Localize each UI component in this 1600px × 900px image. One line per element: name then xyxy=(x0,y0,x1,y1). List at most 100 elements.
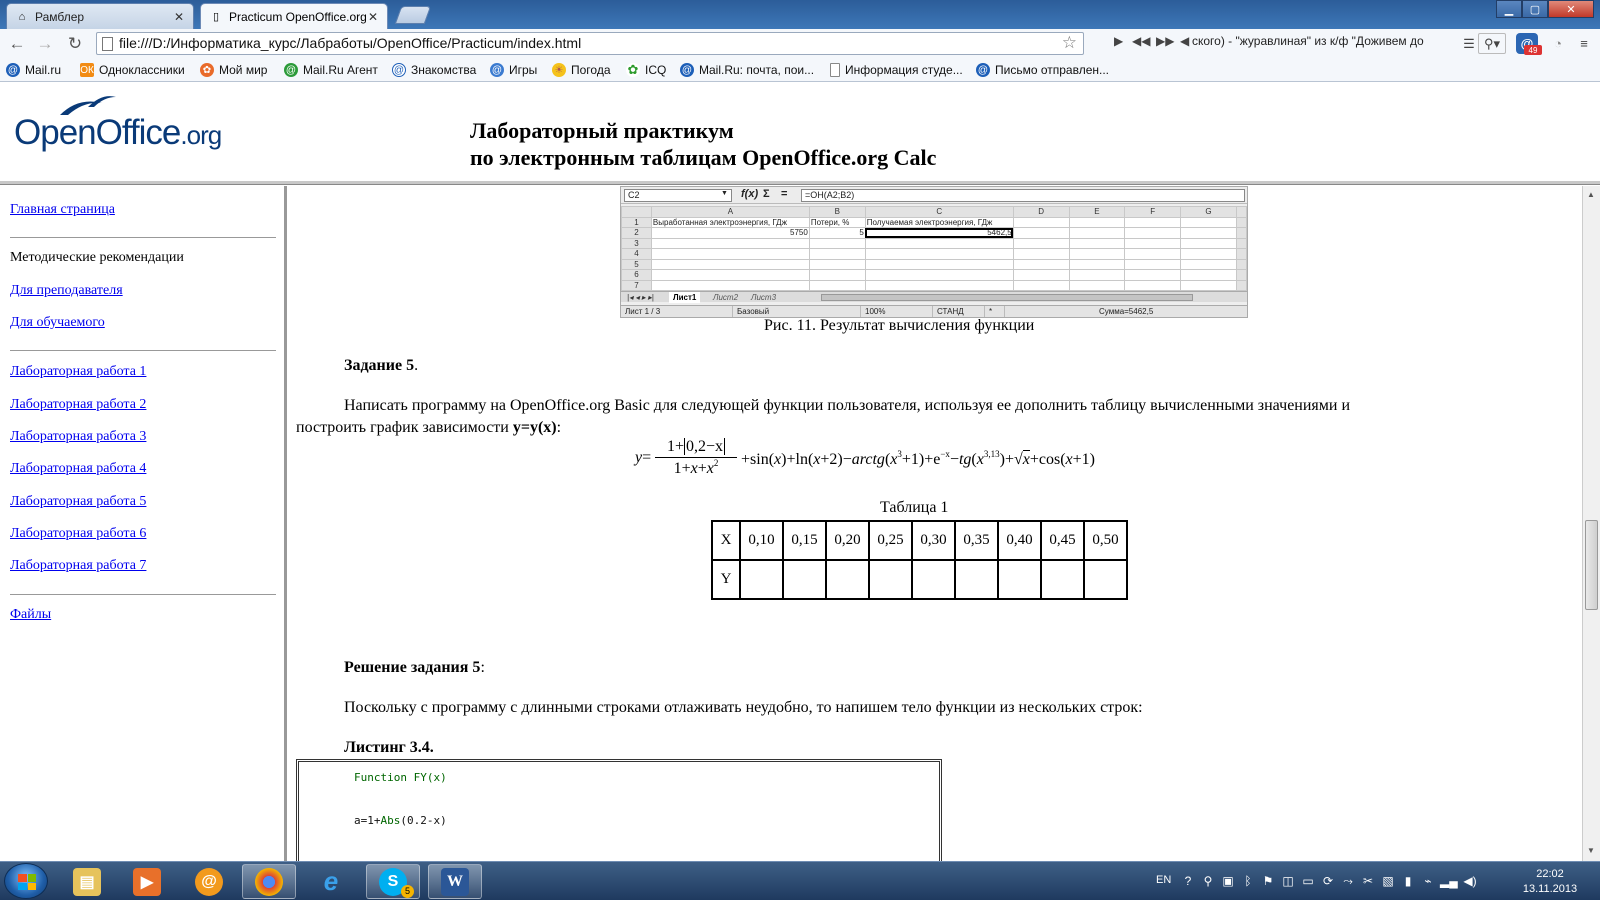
signal-icon[interactable]: ▂▄ xyxy=(1440,874,1458,888)
main-content: C2 ▼ f(x) Σ = =ОН(A2;B2) A B C D E F G 1… xyxy=(290,186,1582,861)
bookmark-mailru[interactable]: @ Mail.ru xyxy=(6,61,61,79)
taskbar-chrome[interactable] xyxy=(242,864,296,899)
folder-icon: ▤ xyxy=(73,867,101,896)
sidebar-divider xyxy=(10,594,276,595)
network-icon[interactable]: ◫ xyxy=(1280,874,1296,888)
menu-lines-icon[interactable]: ☰ xyxy=(1462,33,1476,54)
page-title-line2: по электронным таблицам OpenOffice.org C… xyxy=(470,145,937,170)
taskbar-internet-explorer[interactable]: e xyxy=(304,864,358,899)
help-icon[interactable]: ? xyxy=(1180,874,1196,888)
sidebar-link-teacher[interactable]: Для преподавателя xyxy=(10,283,123,299)
sidebar: Главная страница Методические рекомендац… xyxy=(0,186,287,861)
table-row-header: X xyxy=(711,520,741,561)
calc-grid: A B C D E F G 1 Выработанная электроэнер… xyxy=(621,206,1247,291)
minimize-button[interactable]: ▁ xyxy=(1496,0,1522,18)
rewind-icon[interactable]: ◀◀ xyxy=(1132,34,1150,48)
bookmark-igry[interactable]: @ Игры xyxy=(490,61,537,79)
sync-icon[interactable]: ⟳ xyxy=(1320,874,1336,888)
clock[interactable]: 22:02 13.11.2013 xyxy=(1510,867,1590,897)
bookmark-znakomstva[interactable]: @ Знакомства xyxy=(392,61,476,79)
tab-practicum[interactable]: ▯ Practicum OpenOffice.org ✕ xyxy=(200,3,388,29)
search-icon[interactable]: ⚲▾ xyxy=(1478,33,1506,54)
table-cell: 0,45 xyxy=(1040,520,1085,561)
formula-bar: C2 ▼ f(x) Σ = =ОН(A2;B2) xyxy=(621,187,1247,204)
calc-statusbar: Лист 1 / 3 Базовый 100% СТАНД * Сумма=54… xyxy=(621,305,1247,317)
cell-b2: 5 xyxy=(808,227,866,239)
card-icon[interactable]: ▭ xyxy=(1300,874,1316,888)
bookmark-pismo[interactable]: @ Письмо отправлен... xyxy=(976,61,1109,79)
sidebar-link-lab-3[interactable]: Лабораторная работа 3 xyxy=(10,429,146,445)
fast-forward-icon[interactable]: ▶▶ xyxy=(1156,34,1174,48)
sidebar-link-lab-2[interactable]: Лабораторная работа 2 xyxy=(10,397,146,413)
flag-icon[interactable]: ⚑ xyxy=(1260,874,1276,888)
power-icon[interactable]: ⌁ xyxy=(1420,874,1436,888)
close-icon[interactable]: ✕ xyxy=(173,10,185,24)
table-cell: 0,10 xyxy=(739,520,784,561)
close-icon[interactable]: ✕ xyxy=(367,10,379,24)
volume-icon[interactable]: ◀) xyxy=(1462,874,1478,888)
back-button[interactable]: ← xyxy=(6,33,28,55)
page-title-line1: Лабораторный практикум xyxy=(470,118,734,143)
battery-icon[interactable]: ▮ xyxy=(1400,874,1416,888)
page-scrollbar[interactable]: ▲ ▼ xyxy=(1582,186,1600,861)
share-icon[interactable]: ⤳ xyxy=(1340,874,1356,888)
sidebar-link-lab-1[interactable]: Лабораторная работа 1 xyxy=(10,364,146,380)
app-icon[interactable]: ▣ xyxy=(1220,874,1236,888)
skype-badge: 5 xyxy=(401,885,414,898)
sidebar-link-student[interactable]: Для обучаемого xyxy=(10,315,105,331)
table-row: Y xyxy=(711,559,1128,600)
bookmark-informatsiya[interactable]: Информация студе... xyxy=(830,61,963,79)
sidebar-link-lab-5[interactable]: Лабораторная работа 5 xyxy=(10,494,146,510)
scroll-down-icon[interactable]: ▼ xyxy=(1587,846,1595,855)
window-close-button[interactable]: ✕ xyxy=(1548,0,1594,18)
at-icon: @ xyxy=(6,63,20,77)
sidebar-link-lab-4[interactable]: Лабораторная работа 4 xyxy=(10,461,146,477)
language-indicator[interactable]: EN xyxy=(1156,874,1171,886)
row-header: 1 xyxy=(621,216,652,228)
start-button[interactable] xyxy=(4,863,48,899)
sidebar-link-lab-7[interactable]: Лабораторная работа 7 xyxy=(10,558,146,574)
usb-icon[interactable]: ⚲ xyxy=(1200,874,1216,888)
image-icon[interactable]: ▧ xyxy=(1380,874,1396,888)
header-divider xyxy=(0,181,1600,185)
forward-button[interactable]: → xyxy=(34,33,56,55)
volume-icon[interactable]: ◀ xyxy=(1180,34,1189,48)
maximize-button[interactable]: ▢ xyxy=(1522,0,1548,18)
bookmark-odnoklassniki[interactable]: ОК Одноклассники xyxy=(80,61,185,79)
bubble-icon[interactable]: ◔ xyxy=(1548,33,1568,54)
bookmark-moi-mir[interactable]: ✿ Мой мир xyxy=(200,61,267,79)
home-icon: ⌂ xyxy=(18,10,26,23)
sidebar-link-lab-6[interactable]: Лабораторная работа 6 xyxy=(10,526,146,542)
new-tab-button[interactable] xyxy=(394,6,432,24)
star-icon[interactable]: ☆ xyxy=(1062,33,1077,53)
address-bar[interactable]: file:///D:/Информатика_курс/Лабработы/Op… xyxy=(96,32,1084,55)
scroll-thumb[interactable] xyxy=(1585,520,1598,610)
taskbar-media-player[interactable]: ▶ xyxy=(120,864,174,899)
column-header: A xyxy=(650,206,810,218)
taskbar-skype[interactable]: S 5 xyxy=(366,864,420,899)
page-title: Лабораторный практикум по электронным та… xyxy=(470,117,936,171)
bookmark-icq[interactable]: ✿ ICQ xyxy=(626,61,666,79)
table-cell xyxy=(997,559,1042,600)
code-line: a=1+Abs(0.2-x) xyxy=(354,814,447,827)
code-line: Function FY(x) xyxy=(354,771,447,784)
bookmark-mailru-pochta[interactable]: @ Mail.Ru: почта, пои... xyxy=(680,61,814,79)
sidebar-link-files[interactable]: Файлы xyxy=(10,607,51,623)
taskbar-mail-agent[interactable]: @ xyxy=(182,864,236,899)
sidebar-link-home[interactable]: Главная страница xyxy=(10,202,115,218)
tool-icon[interactable]: ✂ xyxy=(1360,874,1376,888)
bookmark-pogoda[interactable]: ☀ Погода xyxy=(552,61,611,79)
taskbar-word[interactable]: W xyxy=(428,864,482,899)
page-icon: ▯ xyxy=(212,11,220,23)
sheet-tab-3: Лист3 xyxy=(751,293,777,302)
wrench-icon[interactable]: ≡ xyxy=(1574,33,1594,54)
bookmark-agent[interactable]: @ Mail.Ru Агент xyxy=(284,61,378,79)
tab-rambler[interactable]: ⌂ Рамблер ✕ xyxy=(6,3,194,29)
table-row: X 0,10 0,15 0,20 0,25 0,30 0,35 0,40 0,4… xyxy=(711,520,1128,561)
bluetooth-icon[interactable]: ᛒ xyxy=(1240,874,1256,888)
reload-button[interactable]: ↻ xyxy=(64,33,86,55)
column-header: D xyxy=(1012,206,1070,218)
scroll-up-icon[interactable]: ▲ xyxy=(1587,190,1595,199)
play-icon[interactable]: ▶ xyxy=(1114,34,1123,48)
taskbar-explorer[interactable]: ▤ xyxy=(60,864,114,899)
